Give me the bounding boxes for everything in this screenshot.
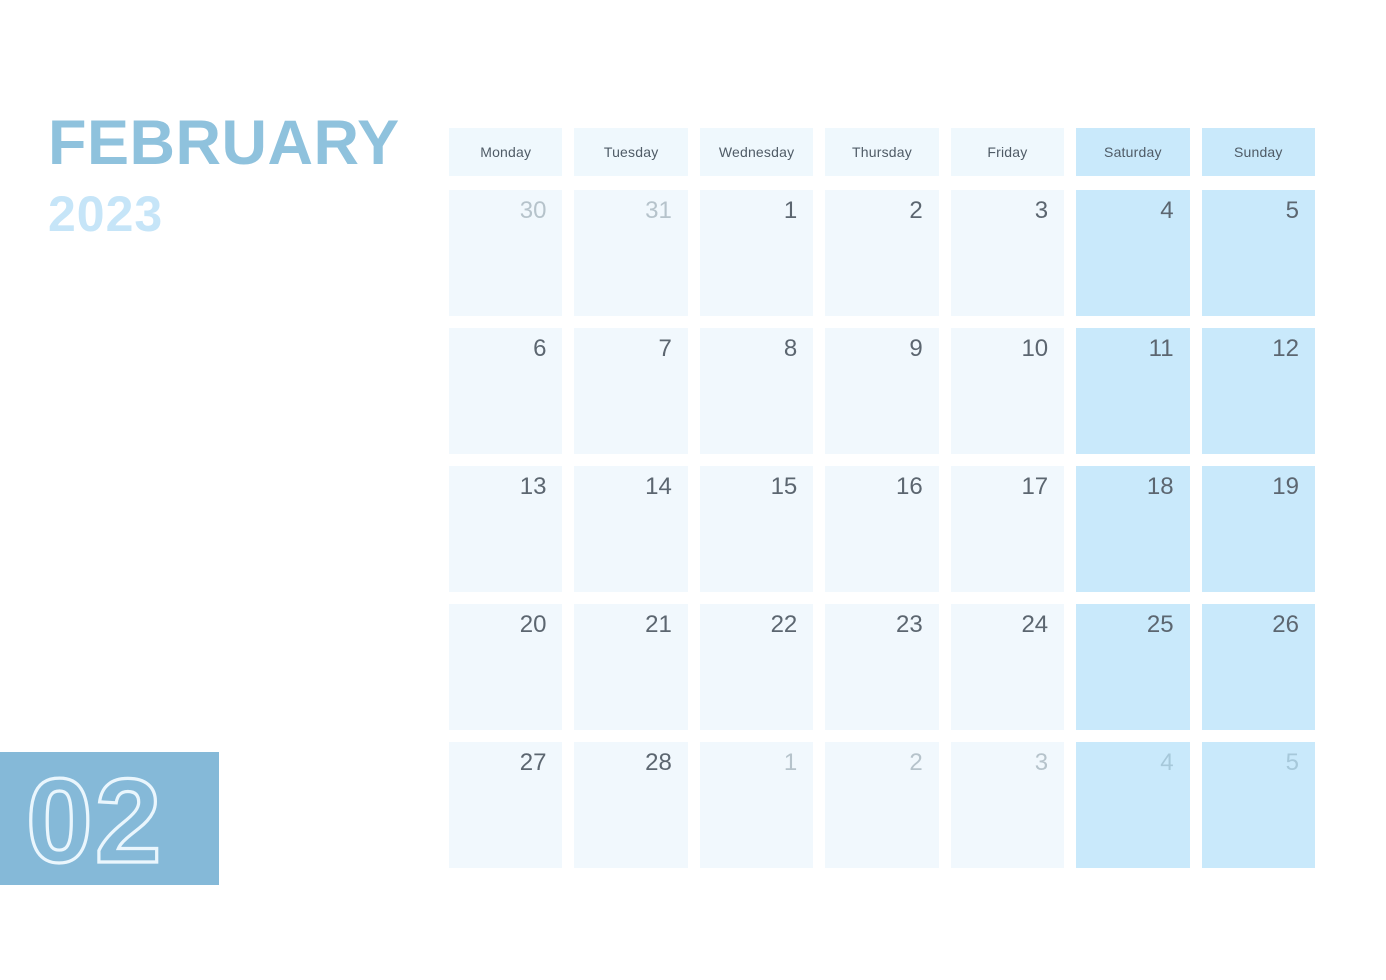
- day-number: 26: [1272, 611, 1299, 638]
- calendar-day-cell[interactable]: 26: [1201, 604, 1315, 730]
- day-number: 27: [519, 749, 547, 776]
- calendar-day-cell[interactable]: 25: [1076, 604, 1190, 730]
- weekday-header-thursday: Thursday: [825, 128, 939, 176]
- calendar-day-cell[interactable]: 14: [574, 466, 688, 592]
- calendar-day-cell[interactable]: 5: [1201, 190, 1315, 316]
- calendar-day-cell[interactable]: 4: [1076, 742, 1190, 868]
- calendar-day-cell[interactable]: 13: [449, 466, 563, 592]
- day-number: 3: [1034, 197, 1049, 224]
- weekday-header-tuesday: Tuesday: [574, 128, 688, 176]
- day-number: 31: [645, 197, 672, 224]
- calendar-day-cell[interactable]: 3: [950, 742, 1065, 868]
- calendar-day-cell[interactable]: 1: [699, 742, 814, 868]
- calendar-day-cell[interactable]: 18: [1076, 466, 1190, 592]
- day-number: 24: [1021, 611, 1049, 638]
- weekday-header-friday: Friday: [950, 128, 1065, 176]
- month-name-heading: FEBRUARY: [48, 108, 400, 178]
- calendar-day-cell[interactable]: 27: [449, 742, 563, 868]
- day-number: 1: [783, 749, 798, 776]
- calendar-day-cell[interactable]: 15: [699, 466, 814, 592]
- calendar-day-cell[interactable]: 28: [574, 742, 688, 868]
- calendar-day-cell[interactable]: 6: [449, 328, 563, 454]
- calendar-week-row: 20 21 22 23 24 25 26: [449, 604, 1315, 730]
- day-number: 25: [1146, 611, 1174, 638]
- day-number: 30: [519, 197, 547, 224]
- year-heading: 2023: [48, 186, 164, 242]
- day-number: 23: [896, 611, 923, 638]
- weekday-header-wednesday: Wednesday: [699, 128, 814, 176]
- calendar-weeks: 30 31 1 2 3 4 5 6 7 8 9 10 11 12 13 14 15 16 17 18 19 20 21 22 2…: [449, 190, 1315, 868]
- calendar-day-cell[interactable]: 19: [1201, 466, 1315, 592]
- calendar-day-cell[interactable]: 16: [825, 466, 939, 592]
- day-number: 19: [1272, 473, 1299, 500]
- calendar-page: FEBRUARY 2023 02 Monday Tuesday Wednesday T…: [0, 0, 1386, 980]
- calendar-week-row: 30 31 1 2 3 4 5: [449, 190, 1315, 316]
- calendar-week-row: 13 14 15 16 17 18 19: [449, 466, 1315, 592]
- day-number: 13: [519, 473, 547, 500]
- calendar-day-cell[interactable]: 12: [1201, 328, 1315, 454]
- calendar-day-cell[interactable]: 4: [1076, 190, 1190, 316]
- calendar-day-cell[interactable]: 17: [950, 466, 1065, 592]
- day-number: 4: [1160, 197, 1174, 224]
- calendar-day-cell[interactable]: 10: [950, 328, 1065, 454]
- day-number: 21: [645, 611, 672, 638]
- calendar-day-cell[interactable]: 24: [950, 604, 1065, 730]
- day-number: 14: [645, 473, 672, 500]
- calendar-week-row: 27 28 1 2 3 4 5: [449, 742, 1315, 868]
- day-number: 15: [770, 473, 798, 500]
- calendar-day-cell[interactable]: 2: [825, 742, 939, 868]
- calendar-day-cell[interactable]: 23: [825, 604, 939, 730]
- day-number: 8: [783, 335, 798, 362]
- day-number: 2: [909, 197, 923, 224]
- day-number: 20: [519, 611, 547, 638]
- calendar-grid: Monday Tuesday Wednesday Thursday Friday Satu…: [449, 128, 1315, 868]
- day-number: 22: [770, 611, 798, 638]
- calendar-day-cell[interactable]: 30: [449, 190, 563, 316]
- day-number: 5: [1285, 197, 1299, 224]
- month-number-badge: 02: [0, 752, 219, 885]
- weekday-header-sunday: Sunday: [1201, 128, 1315, 176]
- day-number: 17: [1021, 473, 1049, 500]
- calendar-day-cell[interactable]: 3: [950, 190, 1065, 316]
- day-number: 7: [658, 335, 672, 362]
- day-number: 18: [1146, 473, 1174, 500]
- calendar-day-cell[interactable]: 5: [1201, 742, 1315, 868]
- calendar-day-cell[interactable]: 11: [1076, 328, 1190, 454]
- calendar-day-cell[interactable]: 8: [699, 328, 814, 454]
- day-number: 5: [1285, 749, 1299, 776]
- calendar-day-cell[interactable]: 7: [574, 328, 688, 454]
- day-number: 3: [1034, 749, 1049, 776]
- day-number: 16: [896, 473, 923, 500]
- day-number: 6: [533, 335, 547, 362]
- day-number: 1: [783, 197, 798, 224]
- calendar-day-cell[interactable]: 31: [574, 190, 688, 316]
- calendar-day-cell[interactable]: 1: [699, 190, 814, 316]
- calendar-title-block: FEBRUARY 2023: [48, 108, 428, 242]
- day-number: 28: [645, 749, 672, 776]
- weekday-header-row: Monday Tuesday Wednesday Thursday Friday Satu…: [449, 128, 1315, 176]
- day-number: 11: [1148, 335, 1174, 362]
- calendar-week-row: 6 7 8 9 10 11 12: [449, 328, 1315, 454]
- day-number: 9: [909, 335, 923, 362]
- calendar-day-cell[interactable]: 22: [699, 604, 814, 730]
- day-number: 2: [909, 749, 923, 776]
- month-number-text: 02: [26, 758, 163, 883]
- calendar-day-cell[interactable]: 2: [825, 190, 939, 316]
- calendar-day-cell[interactable]: 21: [574, 604, 688, 730]
- weekday-header-saturday: Saturday: [1076, 128, 1190, 176]
- day-number: 4: [1160, 749, 1174, 776]
- calendar-day-cell[interactable]: 20: [449, 604, 563, 730]
- weekday-header-monday: Monday: [449, 128, 563, 176]
- calendar-day-cell[interactable]: 9: [825, 328, 939, 454]
- day-number: 12: [1272, 335, 1299, 362]
- day-number: 10: [1021, 335, 1049, 362]
- month-number-outline-graphic: 02: [26, 758, 163, 883]
